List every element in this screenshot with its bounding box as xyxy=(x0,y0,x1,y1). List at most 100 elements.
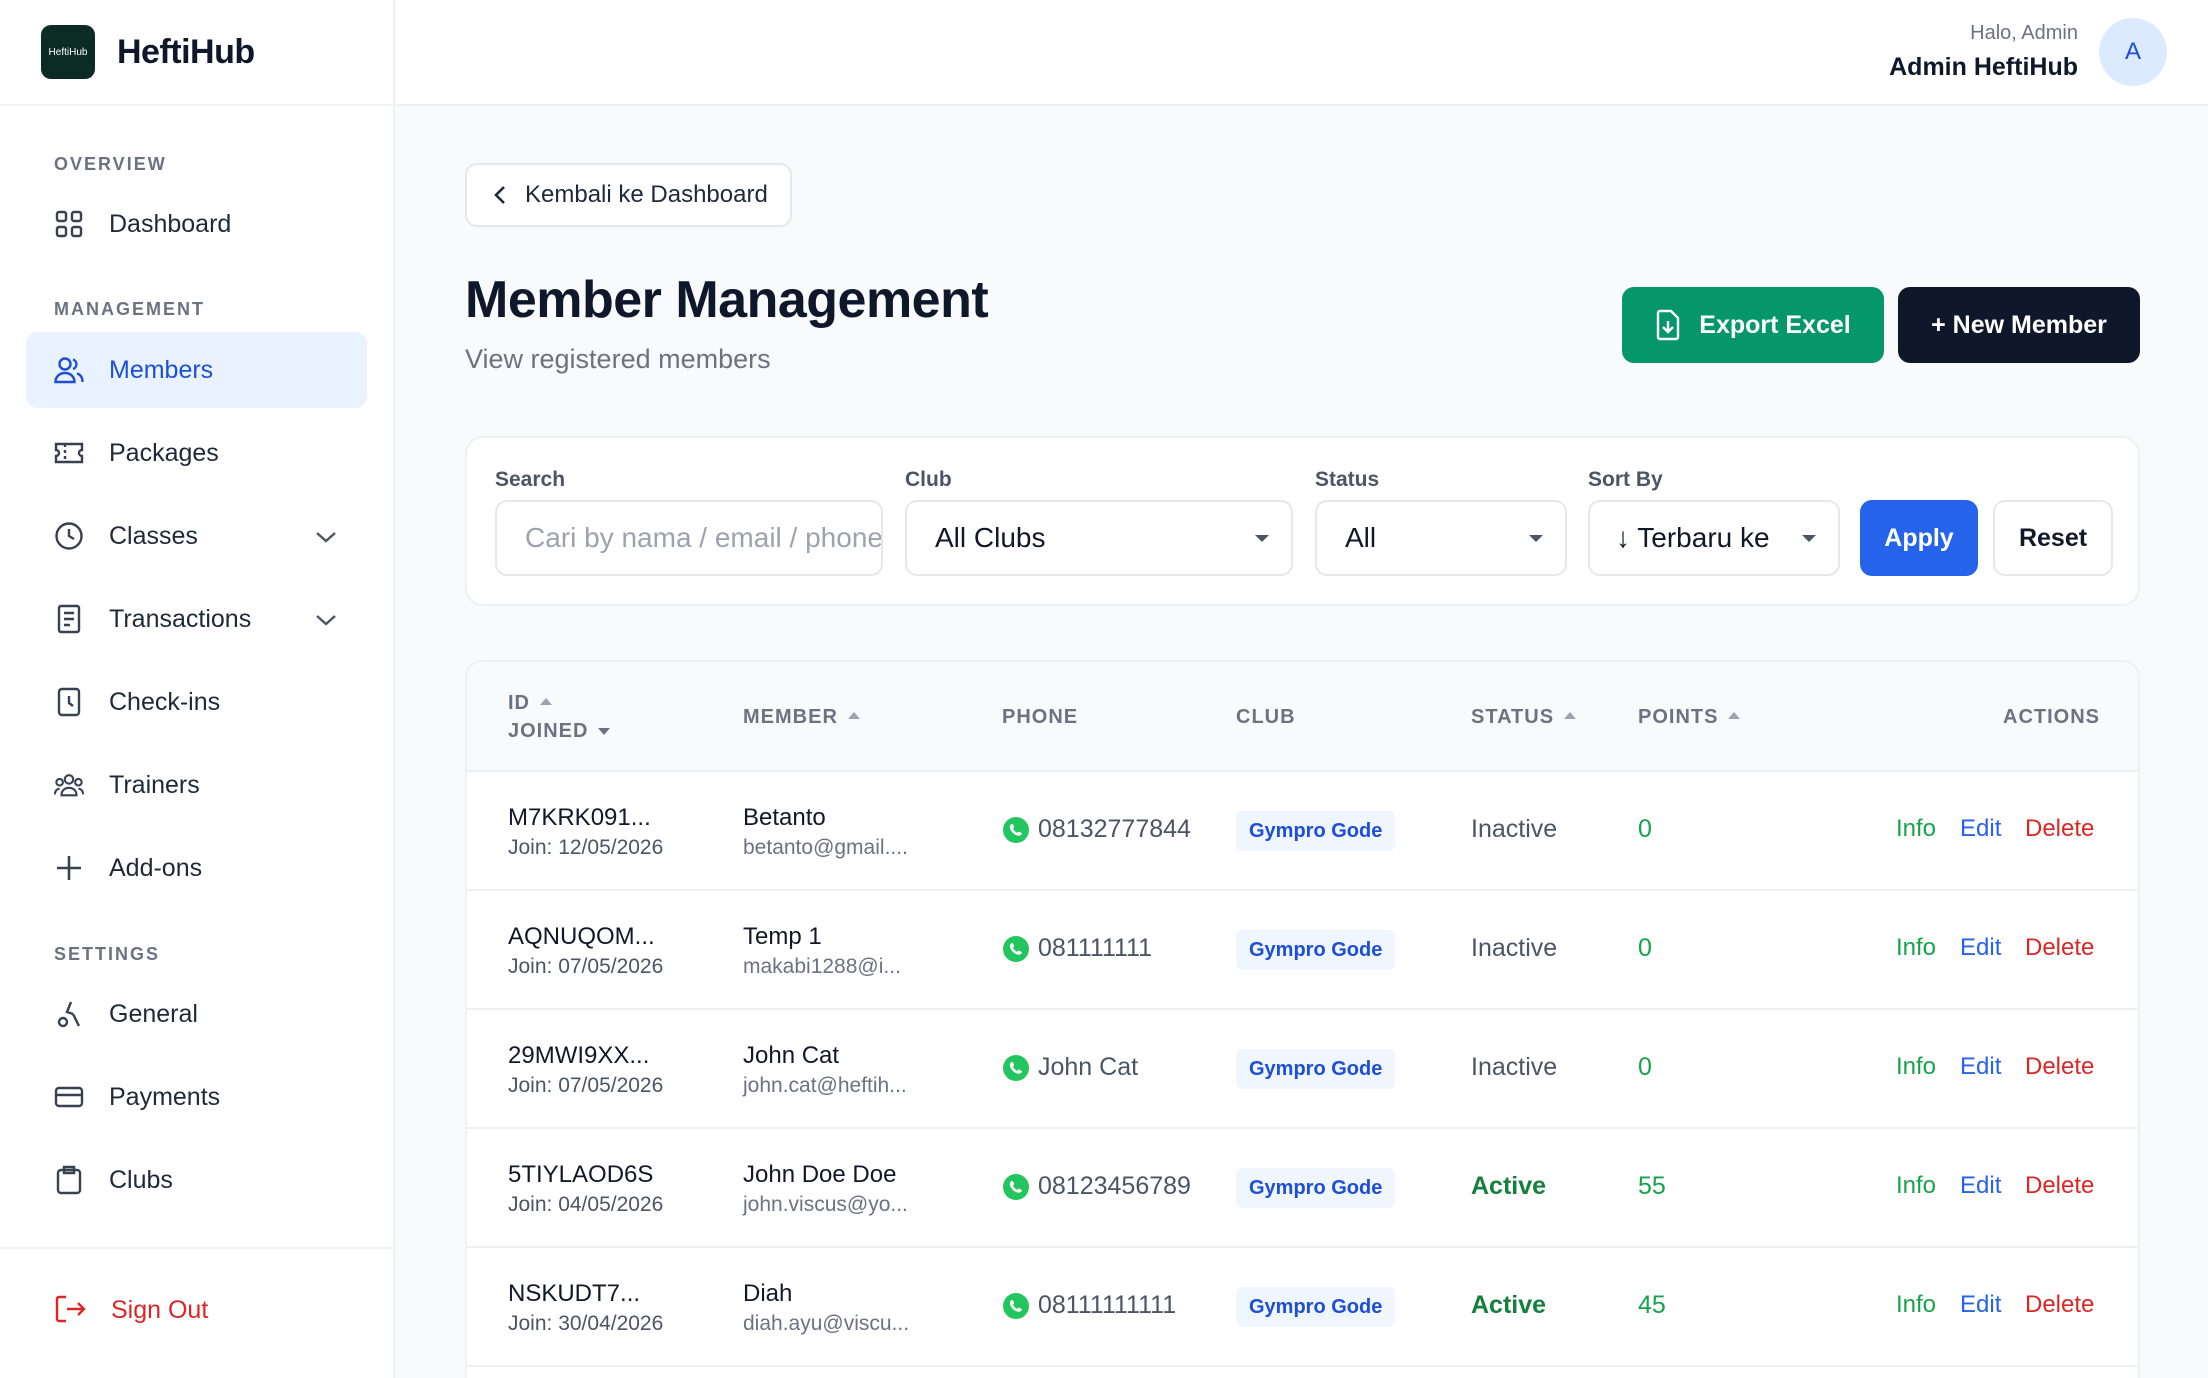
delete-link[interactable]: Delete xyxy=(2025,1053,2094,1081)
th-id[interactable]: ID xyxy=(508,692,552,715)
sort-select-value: ↓ Terbaru ke xyxy=(1616,522,1770,553)
avatar[interactable]: A xyxy=(2099,18,2167,86)
section-label-overview: OVERVIEW xyxy=(54,154,167,174)
sidebar-item-dashboard[interactable]: Dashboard xyxy=(26,186,367,262)
member-email: john.cat@heftih... xyxy=(743,1074,907,1097)
sort-up-icon xyxy=(1728,712,1741,719)
status-text: Active xyxy=(1471,1291,1547,1319)
sidebar-item-payments[interactable]: Payments xyxy=(26,1059,367,1135)
apply-button[interactable]: Apply xyxy=(1860,500,1978,576)
table-row: 29MWI9XX... Join: 07/05/2026 John Cat jo… xyxy=(467,1010,2138,1129)
export-excel-button[interactable]: Export Excel xyxy=(1622,287,1884,363)
sidebar-item-transactions[interactable]: Transactions xyxy=(26,581,367,657)
sort-up-icon xyxy=(1564,712,1577,719)
sidebar-item-label: Members xyxy=(109,355,214,384)
club-badge: Gympro Gode xyxy=(1236,930,1396,970)
th-member[interactable]: MEMBER xyxy=(743,706,860,729)
brand[interactable]: HeftiHub HeftiHub xyxy=(0,0,393,106)
phone-text: 08123456789 xyxy=(1038,1172,1191,1200)
back-label: Kembali ke Dashboard xyxy=(525,181,768,208)
receipt-icon xyxy=(54,604,84,634)
status-label: Status xyxy=(1315,468,1380,491)
member-email: john.viscus@yo... xyxy=(743,1193,908,1216)
edit-link[interactable]: Edit xyxy=(1960,1172,2001,1200)
edit-link[interactable]: Edit xyxy=(1960,815,2001,843)
status-select-value: All xyxy=(1345,522,1377,553)
info-link[interactable]: Info xyxy=(1896,1172,1936,1200)
users-icon xyxy=(54,355,84,385)
caret-down-icon xyxy=(1255,535,1269,542)
club-select[interactable]: All Clubs xyxy=(905,500,1293,576)
sidebar-item-classes[interactable]: Classes xyxy=(26,498,367,574)
section-label-management: MANAGEMENT xyxy=(54,299,205,319)
delete-link[interactable]: Delete xyxy=(2025,934,2094,962)
edit-link[interactable]: Edit xyxy=(1960,934,2001,962)
info-link[interactable]: Info xyxy=(1896,815,1936,843)
member-phone[interactable]: 08132777844 xyxy=(1002,815,1191,844)
delete-link[interactable]: Delete xyxy=(2025,1291,2094,1319)
member-email: makabi1288@i... xyxy=(743,955,901,978)
clock-icon xyxy=(54,521,84,551)
checkin-icon xyxy=(54,687,84,717)
search-input[interactable]: Cari by nama / email / phone xyxy=(495,500,883,576)
member-id: 29MWI9XX... xyxy=(508,1042,650,1069)
status-text: Inactive xyxy=(1471,815,1558,843)
sort-select[interactable]: ↓ Terbaru ke xyxy=(1588,500,1840,576)
edit-link[interactable]: Edit xyxy=(1960,1053,2001,1081)
club-badge: Gympro Gode xyxy=(1236,1168,1396,1208)
sidebar-item-label: Dashboard xyxy=(109,209,232,238)
info-link[interactable]: Info xyxy=(1896,1053,1936,1081)
member-phone[interactable]: 081111111 xyxy=(1002,934,1152,963)
ticket-icon xyxy=(54,438,84,468)
whatsapp-icon xyxy=(1003,1173,1029,1200)
member-id: NSKUDT7... xyxy=(508,1280,641,1307)
whatsapp-icon xyxy=(1003,1054,1029,1081)
export-label: Export Excel xyxy=(1699,310,1851,339)
sidebar-item-clubs[interactable]: Clubs xyxy=(26,1142,367,1218)
sort-up-icon xyxy=(540,698,552,705)
credit-card-icon xyxy=(54,1082,84,1112)
status-select[interactable]: All xyxy=(1315,500,1567,576)
th-points[interactable]: POINTS xyxy=(1638,706,1741,729)
info-link[interactable]: Info xyxy=(1896,1291,1936,1319)
th-status[interactable]: STATUS xyxy=(1471,706,1577,729)
caret-down-icon xyxy=(1802,535,1816,542)
member-phone[interactable]: 08111111111 xyxy=(1002,1291,1176,1320)
sidebar-item-general[interactable]: General xyxy=(26,976,367,1052)
th-member-label: MEMBER xyxy=(743,706,838,728)
chevron-down-icon[interactable] xyxy=(315,605,337,634)
plus-icon xyxy=(54,853,84,883)
back-to-dashboard-button[interactable]: Kembali ke Dashboard xyxy=(465,163,792,227)
sidebar-item-addons[interactable]: Add-ons xyxy=(26,830,367,906)
sign-out-button[interactable]: Sign Out xyxy=(54,1294,208,1326)
brand-logo: HeftiHub xyxy=(41,25,95,79)
filter-panel: Search Cari by nama / email / phone Club… xyxy=(465,436,2140,606)
edit-link[interactable]: Edit xyxy=(1960,1291,2001,1319)
sidebar-item-trainers[interactable]: Trainers xyxy=(26,747,367,823)
sidebar-item-checkins[interactable]: Check-ins xyxy=(26,664,367,740)
delete-link[interactable]: Delete xyxy=(2025,815,2094,843)
points-value: 0 xyxy=(1638,815,1652,843)
reset-button[interactable]: Reset xyxy=(1993,500,2113,576)
join-date: Join: 04/05/2026 xyxy=(508,1193,664,1216)
member-phone[interactable]: 08123456789 xyxy=(1002,1172,1191,1201)
tools-icon xyxy=(54,999,84,1029)
th-joined-label: JOINED xyxy=(508,720,589,742)
table-row: 5TIYLAOD6S Join: 04/05/2026 John Doe Doe… xyxy=(467,1129,2138,1248)
member-id: 5TIYLAOD6S xyxy=(508,1161,654,1188)
sidebar-item-members[interactable]: Members xyxy=(26,332,367,408)
user-greeting: Halo, Admin Admin HeftiHub xyxy=(1889,22,2078,82)
club-badge: Gympro Gode xyxy=(1236,1049,1396,1089)
chevron-down-icon[interactable] xyxy=(315,522,337,551)
info-link[interactable]: Info xyxy=(1896,934,1936,962)
delete-link[interactable]: Delete xyxy=(2025,1172,2094,1200)
member-email: betanto@gmail.... xyxy=(743,836,908,859)
grid-icon xyxy=(54,209,84,239)
th-joined[interactable]: JOINED xyxy=(508,720,611,743)
status-text: Inactive xyxy=(1471,934,1558,962)
th-phone: PHONE xyxy=(1002,706,1079,728)
sidebar-item-packages[interactable]: Packages xyxy=(26,415,367,491)
new-member-button[interactable]: + New Member xyxy=(1898,287,2140,363)
member-name: Betanto xyxy=(743,804,826,831)
member-phone[interactable]: John Cat xyxy=(1002,1053,1138,1082)
